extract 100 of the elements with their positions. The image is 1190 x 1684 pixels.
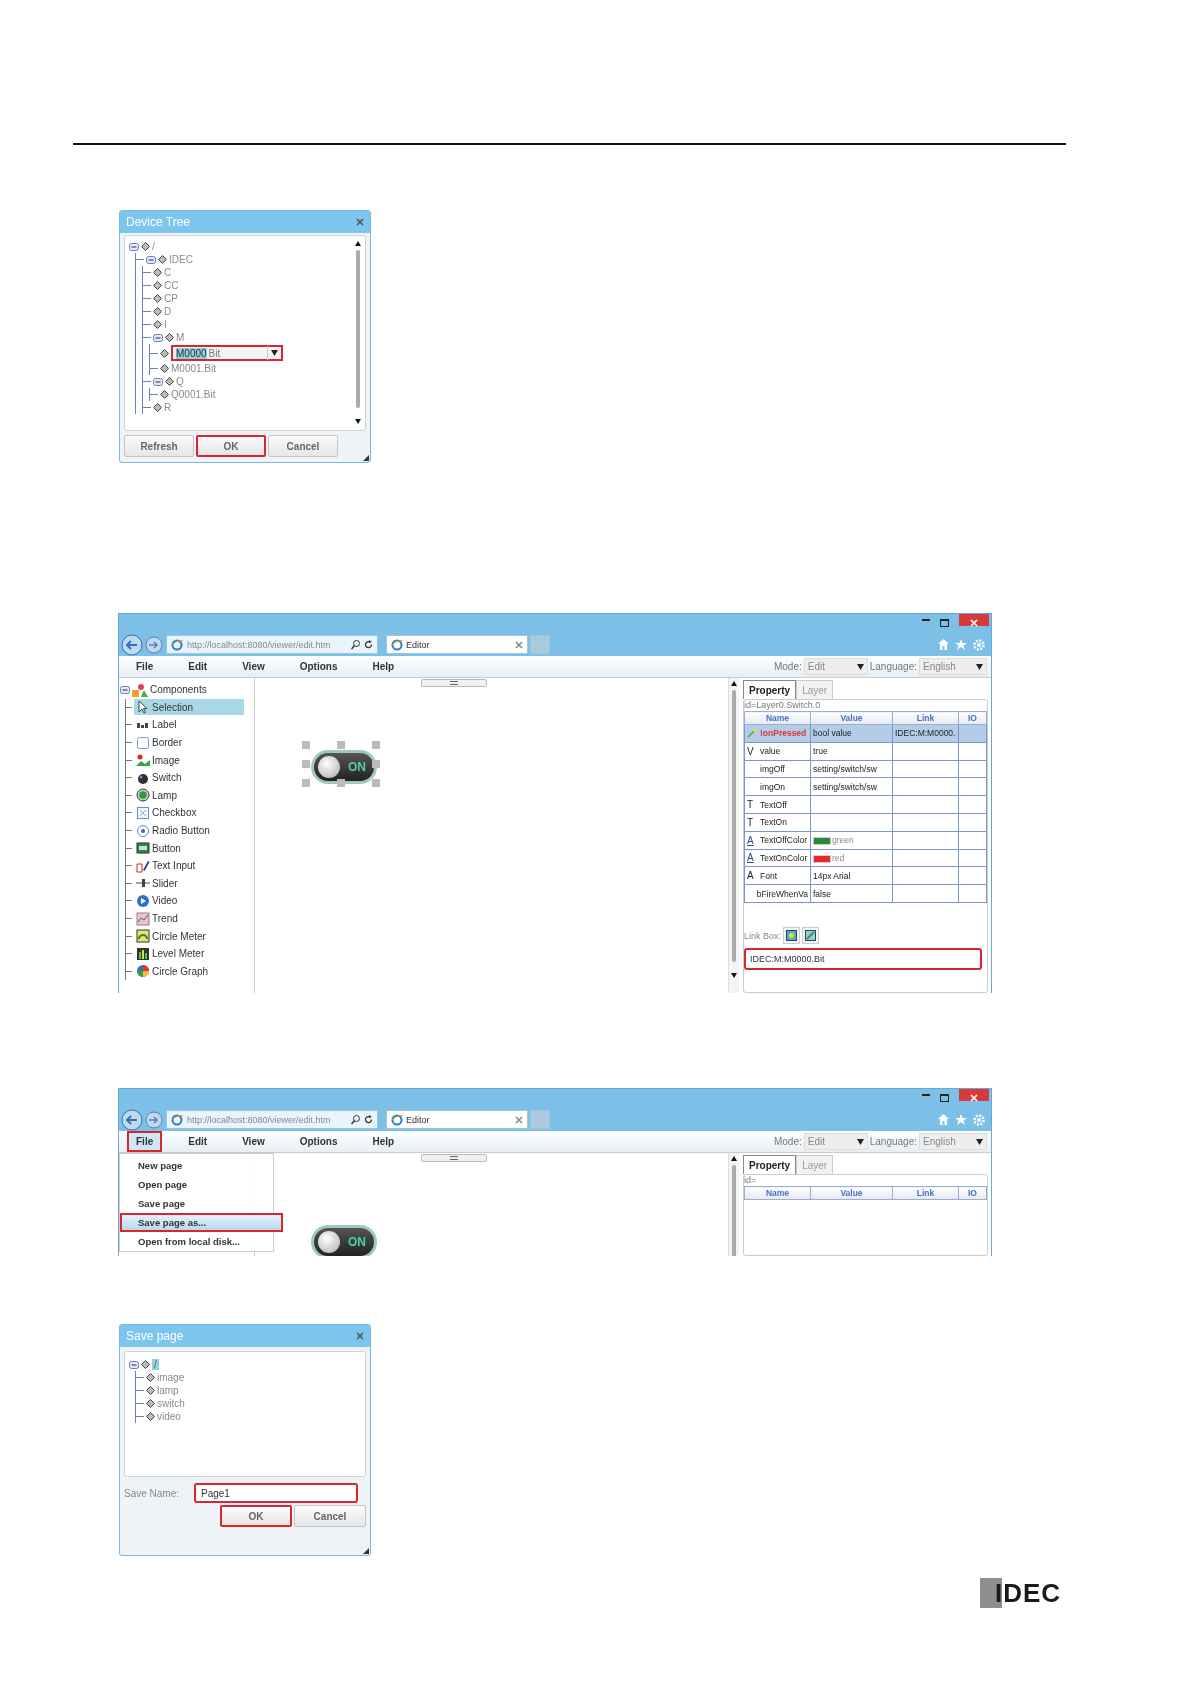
link-button[interactable] bbox=[802, 927, 820, 944]
table-row[interactable]: T TextOff bbox=[744, 795, 987, 814]
tree-item[interactable]: CP bbox=[164, 293, 178, 304]
resize-grip-icon[interactable] bbox=[363, 455, 369, 461]
menu-item[interactable]: Save page as... bbox=[120, 1213, 283, 1232]
close-button[interactable] bbox=[959, 614, 989, 626]
link-field[interactable]: IDEC:M:M0000.Bit bbox=[744, 948, 982, 970]
table-row[interactable]: A Font 14px Arial bbox=[744, 866, 987, 885]
tree-item[interactable]: R bbox=[164, 402, 172, 413]
back-icon[interactable] bbox=[121, 1108, 143, 1131]
menu-item[interactable]: Edit bbox=[179, 656, 217, 677]
tree-item[interactable]: video bbox=[157, 1411, 181, 1422]
component-item[interactable]: Video bbox=[134, 892, 244, 909]
close-icon[interactable] bbox=[515, 1115, 523, 1124]
component-item[interactable]: Trend bbox=[134, 910, 244, 927]
tree-item[interactable]: lamp bbox=[157, 1385, 179, 1396]
menu-item[interactable]: File bbox=[127, 656, 163, 677]
component-item[interactable]: Selection bbox=[134, 699, 244, 716]
scrollbar[interactable] bbox=[730, 680, 738, 980]
component-item[interactable]: Circle Meter bbox=[134, 928, 244, 945]
menu-item[interactable]: View bbox=[233, 1131, 274, 1152]
search-icon[interactable] bbox=[351, 1114, 360, 1125]
expander-icon[interactable] bbox=[120, 684, 130, 695]
link-button[interactable] bbox=[783, 927, 801, 944]
dialog-button[interactable]: Cancel bbox=[294, 1505, 366, 1527]
minimize-icon[interactable] bbox=[922, 1094, 930, 1097]
expander-icon[interactable] bbox=[129, 241, 139, 252]
menu-item[interactable]: Open page bbox=[120, 1175, 273, 1194]
tree-item[interactable]: I bbox=[164, 319, 167, 330]
component-item[interactable]: Switch bbox=[134, 769, 244, 786]
tree-item[interactable]: D bbox=[164, 306, 172, 317]
maximize-icon[interactable] bbox=[940, 1094, 949, 1102]
table-row[interactable]: V value true bbox=[744, 742, 987, 761]
browser-tab[interactable]: Editor bbox=[386, 1110, 528, 1129]
refresh-icon[interactable] bbox=[364, 640, 373, 649]
caret-icon[interactable] bbox=[856, 1138, 864, 1145]
close-button[interactable] bbox=[959, 1089, 989, 1101]
forward-icon[interactable] bbox=[145, 1110, 163, 1129]
expander-icon[interactable] bbox=[153, 332, 163, 343]
browser-tab[interactable]: Editor bbox=[386, 635, 528, 654]
menu-item[interactable]: Help bbox=[363, 656, 404, 677]
back-icon[interactable] bbox=[121, 633, 143, 656]
component-item[interactable]: Image bbox=[134, 752, 244, 769]
splitter-handle[interactable] bbox=[421, 679, 487, 687]
component-item[interactable]: Lamp bbox=[134, 787, 244, 804]
close-icon[interactable] bbox=[356, 218, 364, 226]
caret-icon[interactable] bbox=[856, 663, 864, 670]
tree-item[interactable]: Q0001.Bit bbox=[171, 389, 216, 400]
star-icon[interactable] bbox=[955, 639, 967, 650]
dialog-button[interactable]: Cancel bbox=[268, 435, 338, 457]
table-row[interactable]: A TextOnColor red bbox=[744, 849, 987, 867]
table-row[interactable]: T TextOn bbox=[744, 813, 987, 832]
tree-item[interactable]: M0001.Bit bbox=[171, 363, 217, 374]
tree-item[interactable]: / bbox=[152, 1359, 159, 1370]
component-item[interactable]: Circle Graph bbox=[134, 963, 244, 980]
menu-item[interactable]: New page bbox=[120, 1156, 273, 1175]
expander-icon[interactable] bbox=[129, 1359, 139, 1370]
save-name-field[interactable]: Page1 bbox=[194, 1483, 358, 1503]
component-item[interactable]: Checkbox bbox=[134, 804, 244, 821]
refresh-icon[interactable] bbox=[364, 1115, 373, 1124]
table-row[interactable]: A TextOffColor green bbox=[744, 831, 987, 850]
component-item[interactable]: Label bbox=[134, 717, 244, 733]
expander-icon[interactable] bbox=[153, 376, 163, 387]
splitter-handle[interactable] bbox=[421, 1154, 487, 1162]
panel-tab[interactable]: Property bbox=[743, 1155, 797, 1174]
tree-item[interactable]: IDEC bbox=[169, 254, 193, 265]
menu-item[interactable]: Save page bbox=[120, 1194, 273, 1213]
tree-item[interactable]: CC bbox=[164, 280, 179, 291]
forward-icon[interactable] bbox=[145, 635, 163, 654]
menu-item[interactable]: Help bbox=[363, 1131, 404, 1152]
component-item[interactable]: Border bbox=[134, 734, 244, 751]
scrollbar[interactable] bbox=[354, 240, 362, 426]
table-row[interactable]: bFireWhenVa false bbox=[744, 884, 987, 903]
resize-grip-icon[interactable] bbox=[363, 1548, 369, 1554]
tree-item[interactable]: switch bbox=[157, 1398, 185, 1409]
tree-item[interactable]: Q bbox=[176, 376, 184, 387]
table-row[interactable]: imgOn setting/switch/sw bbox=[744, 777, 987, 796]
search-icon[interactable] bbox=[351, 639, 360, 650]
dialog-button[interactable]: OK bbox=[196, 435, 266, 457]
menu-item[interactable]: Options bbox=[290, 656, 347, 677]
dialog-button[interactable]: OK bbox=[220, 1505, 292, 1527]
menu-item[interactable]: File bbox=[127, 1131, 163, 1152]
component-item[interactable]: Button bbox=[134, 840, 244, 857]
panel-tab[interactable]: Property bbox=[743, 680, 797, 699]
menu-item[interactable]: Open from local disk... bbox=[120, 1232, 273, 1251]
component-item[interactable]: Radio Button bbox=[134, 822, 244, 839]
dialog-button[interactable]: Refresh bbox=[124, 435, 194, 457]
menu-item[interactable]: Edit bbox=[179, 1131, 217, 1152]
caret-icon[interactable] bbox=[976, 1138, 983, 1145]
tree-item[interactable]: M bbox=[176, 332, 185, 343]
minimize-icon[interactable] bbox=[922, 619, 930, 622]
star-icon[interactable] bbox=[955, 1114, 967, 1125]
tree-item[interactable]: Components bbox=[150, 684, 207, 696]
tree-item[interactable]: / bbox=[152, 241, 155, 252]
component-item[interactable]: Slider bbox=[134, 875, 244, 892]
tree-item[interactable]: C bbox=[164, 267, 172, 278]
menu-item[interactable]: View bbox=[233, 656, 274, 677]
table-row[interactable]: imgOff setting/switch/sw bbox=[744, 760, 987, 778]
tree-item[interactable]: image bbox=[157, 1372, 185, 1383]
close-icon[interactable] bbox=[515, 640, 523, 649]
